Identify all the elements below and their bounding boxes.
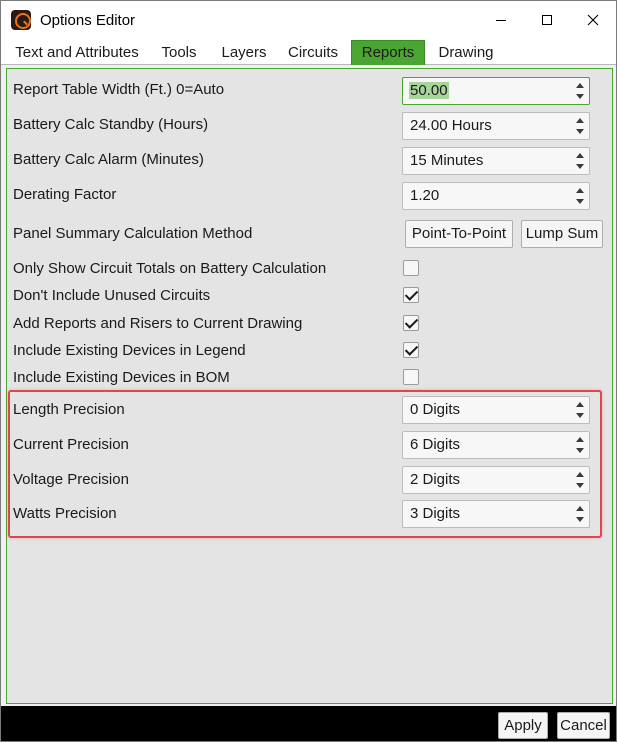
checkbox-legend[interactable] (403, 342, 419, 358)
tab-reports[interactable]: Reports (351, 40, 425, 65)
title-bar: Options Editor (1, 1, 616, 39)
watts-precision-label: Watts Precision (13, 505, 117, 522)
options-editor-window: Options Editor Text and Attributes Tools… (0, 0, 617, 742)
tab-layers[interactable]: Layers (215, 41, 273, 65)
tab-strip: Text and Attributes Tools Layers Circuit… (1, 39, 616, 65)
checkbox-label-add-reports: Add Reports and Risers to Current Drawin… (13, 315, 303, 332)
close-button[interactable] (570, 1, 616, 39)
app-logo-icon (11, 10, 31, 30)
spinner-arrows-icon[interactable] (575, 470, 585, 490)
watts-precision-value: 3 Digits (410, 505, 461, 522)
lump-sum-button[interactable]: Lump Sum (521, 220, 603, 248)
table-width-value: 50.00 (409, 82, 449, 99)
length-precision-spinner[interactable]: 0 Digits (402, 396, 590, 424)
current-precision-label: Current Precision (13, 436, 129, 453)
derating-factor-value: 1.20 (410, 187, 440, 204)
maximize-button[interactable] (524, 1, 570, 39)
derating-factor-label: Derating Factor (13, 186, 117, 203)
table-width-label: Report Table Width (Ft.) 0=Auto (13, 81, 225, 98)
current-precision-value: 6 Digits (410, 436, 461, 453)
panel-summary-label: Panel Summary Calculation Method (13, 225, 253, 242)
tab-text-and-attributes[interactable]: Text and Attributes (7, 41, 147, 65)
length-precision-label: Length Precision (13, 401, 125, 418)
checkbox-unused-circuits[interactable] (403, 287, 419, 303)
current-precision-spinner[interactable]: 6 Digits (402, 431, 590, 459)
checkbox-battery-totals[interactable] (403, 260, 419, 276)
tab-circuits[interactable]: Circuits (282, 41, 344, 65)
spinner-arrows-icon[interactable] (575, 151, 585, 171)
minimize-icon (496, 20, 506, 21)
tab-tools[interactable]: Tools (154, 41, 204, 65)
voltage-precision-value: 2 Digits (410, 471, 461, 488)
maximize-icon (542, 15, 552, 25)
dialog-button-bar: Apply Cancel (1, 706, 616, 741)
checkbox-label-unused-circuits: Don't Include Unused Circuits (13, 287, 211, 304)
apply-button[interactable]: Apply (498, 712, 548, 739)
cancel-button[interactable]: Cancel (557, 712, 610, 739)
battery-standby-spinner[interactable]: 24.00 Hours (402, 112, 590, 140)
voltage-precision-spinner[interactable]: 2 Digits (402, 466, 590, 494)
table-width-spinner[interactable]: 50.00 (402, 77, 590, 105)
spinner-arrows-icon[interactable] (575, 116, 585, 136)
battery-alarm-label: Battery Calc Alarm (Minutes) (13, 151, 204, 168)
battery-standby-value: 24.00 Hours (410, 117, 492, 134)
checkbox-label-battery-totals: Only Show Circuit Totals on Battery Calc… (13, 260, 327, 277)
watts-precision-spinner[interactable]: 3 Digits (402, 500, 590, 528)
checkbox-bom[interactable] (403, 369, 419, 385)
battery-standby-label: Battery Calc Standby (Hours) (13, 116, 209, 133)
point-to-point-button[interactable]: Point-To-Point (405, 220, 513, 248)
battery-alarm-spinner[interactable]: 15 Minutes (402, 147, 590, 175)
tab-drawing[interactable]: Drawing (431, 41, 501, 65)
spinner-arrows-icon[interactable] (575, 186, 585, 206)
checkbox-label-legend: Include Existing Devices in Legend (13, 342, 246, 359)
derating-factor-spinner[interactable]: 1.20 (402, 182, 590, 210)
voltage-precision-label: Voltage Precision (13, 471, 129, 488)
minimize-button[interactable] (478, 1, 524, 39)
window-title: Options Editor (40, 11, 136, 29)
close-icon (587, 14, 599, 26)
spinner-arrows-icon[interactable] (575, 81, 585, 101)
spinner-arrows-icon[interactable] (575, 504, 585, 524)
spinner-arrows-icon[interactable] (575, 400, 585, 420)
checkbox-label-bom: Include Existing Devices in BOM (13, 369, 230, 386)
window-controls (478, 1, 616, 39)
checkbox-add-reports[interactable] (403, 315, 419, 331)
spinner-arrows-icon[interactable] (575, 435, 585, 455)
length-precision-value: 0 Digits (410, 401, 461, 418)
battery-alarm-value: 15 Minutes (410, 152, 484, 169)
reports-panel: Report Table Width (Ft.) 0=Auto 50.00 Ba… (6, 68, 613, 704)
